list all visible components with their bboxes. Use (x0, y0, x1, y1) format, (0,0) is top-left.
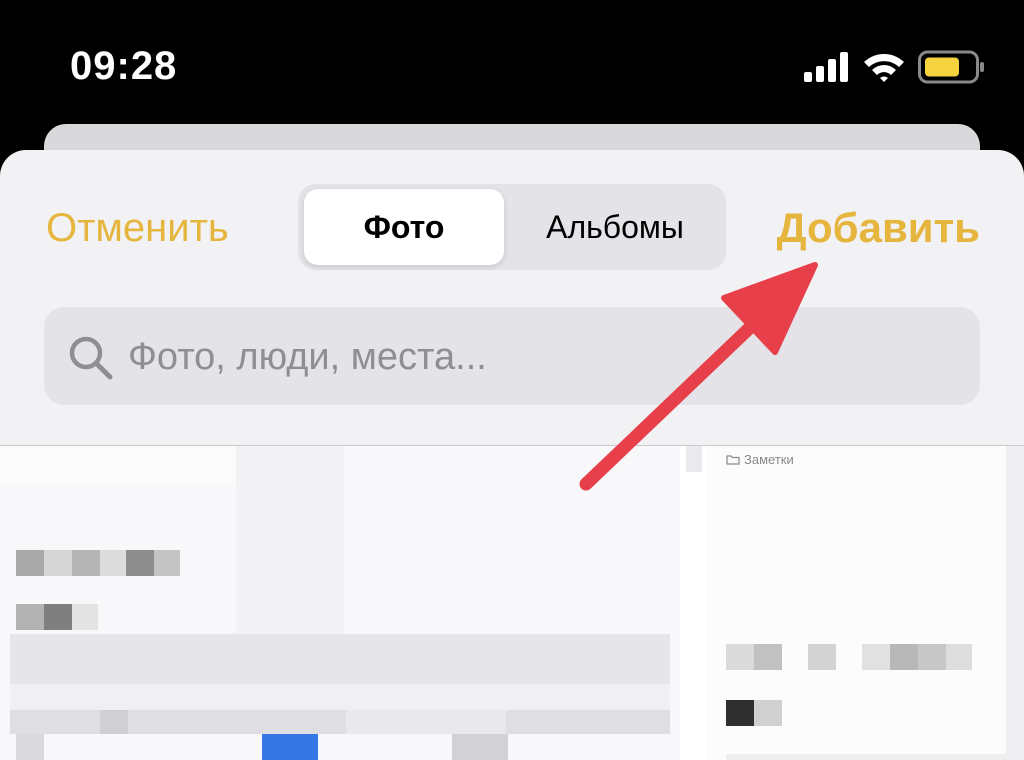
blur-block (100, 550, 126, 576)
notes-label-text: Заметки (744, 452, 794, 467)
blur-block (16, 734, 44, 760)
blur-block (754, 700, 782, 726)
blur-block (808, 644, 836, 670)
photo-picker-sheet: Отменить Фото Альбомы Добавить Фото, люд… (0, 150, 1024, 760)
blur-block (452, 734, 508, 760)
blur-block (100, 710, 128, 734)
blur-block (44, 604, 72, 630)
add-button[interactable]: Добавить (777, 204, 980, 252)
search-icon (69, 336, 113, 380)
blur-block (346, 710, 506, 734)
status-bar: 09:28 (0, 0, 1024, 120)
blur-block (686, 446, 702, 472)
segmented-control: Фото Альбомы (298, 184, 726, 270)
blur-block (154, 550, 180, 576)
blur-block (918, 644, 946, 670)
blur-block (0, 446, 236, 486)
blur-block (126, 550, 154, 576)
tab-photos[interactable]: Фото (304, 189, 504, 265)
notes-label: Заметки (726, 452, 794, 467)
battery-icon (918, 50, 984, 84)
blur-block (1006, 446, 1024, 760)
blur-block (726, 754, 1006, 760)
search-field[interactable]: Фото, люди, места... (44, 307, 980, 405)
blur-block (726, 700, 754, 726)
blur-block (72, 550, 100, 576)
blur-block (10, 684, 670, 710)
blur-block (236, 446, 344, 636)
blur-block (44, 550, 72, 576)
blur-block (16, 550, 44, 576)
navigation-bar: Отменить Фото Альбомы Добавить (0, 150, 1024, 310)
blur-block (890, 644, 918, 670)
status-time: 09:28 (70, 44, 178, 88)
photo-preview[interactable]: Заметки (0, 446, 1024, 760)
blur-block (754, 644, 782, 670)
blur-block (262, 734, 318, 760)
blur-block (862, 644, 890, 670)
blur-block (10, 634, 670, 684)
folder-icon (726, 455, 740, 465)
tab-albums[interactable]: Альбомы (508, 189, 722, 265)
search-placeholder: Фото, люди, места... (128, 336, 487, 378)
cancel-button[interactable]: Отменить (46, 206, 229, 251)
signal-icon (804, 52, 848, 82)
blur-block (16, 604, 44, 630)
blur-block (946, 644, 972, 670)
blur-block (72, 604, 98, 630)
blur-block (726, 644, 754, 670)
wifi-icon (864, 54, 904, 82)
